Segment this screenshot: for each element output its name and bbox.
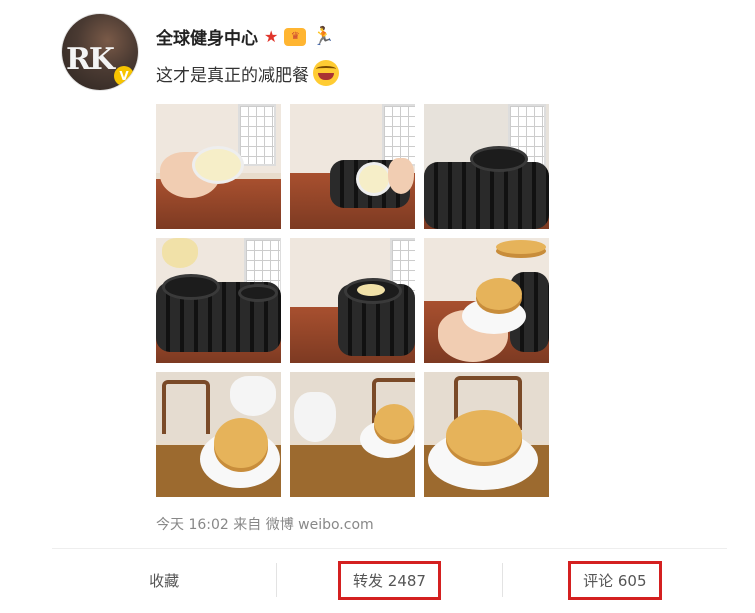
- image-thumb[interactable]: [156, 238, 281, 363]
- post-timestamp[interactable]: 今天 16:02: [156, 517, 229, 533]
- vip-badge-icon[interactable]: ♛: [284, 27, 307, 46]
- author-name[interactable]: 全球健身中心: [156, 24, 258, 49]
- favorite-label: 收藏: [149, 571, 180, 590]
- image-thumb[interactable]: [290, 372, 415, 497]
- image-thumb[interactable]: [424, 104, 549, 229]
- author-avatar[interactable]: RK V: [62, 14, 138, 90]
- image-thumb[interactable]: [290, 104, 415, 229]
- action-bar-divider: [52, 548, 727, 549]
- star-badge-icon[interactable]: ★: [264, 27, 278, 46]
- image-thumb[interactable]: [156, 104, 281, 229]
- image-thumb[interactable]: [424, 238, 549, 363]
- running-badge-icon[interactable]: 🏃: [312, 26, 334, 47]
- verified-badge-icon: V: [114, 66, 134, 86]
- favorite-button[interactable]: 收藏: [52, 570, 276, 591]
- repost-label: 转发 2487: [338, 560, 441, 600]
- post-text: 这才是真正的减肥餐: [156, 60, 339, 86]
- comment-label: 评论 605: [568, 560, 662, 600]
- avatar-monogram: RK: [66, 42, 115, 77]
- post-meta: 今天 16:02 来自 微博 weibo.com: [156, 514, 374, 534]
- image-grid: [156, 104, 549, 497]
- action-bar: 收藏 转发 2487 评论 605: [52, 550, 727, 610]
- image-thumb[interactable]: [156, 372, 281, 497]
- image-thumb[interactable]: [290, 238, 415, 363]
- repost-button[interactable]: 转发 2487: [277, 560, 501, 600]
- author-row: 全球健身中心 ★ ♛ 🏃: [156, 24, 335, 49]
- laughing-emoji-icon: [313, 60, 339, 86]
- comment-button[interactable]: 评论 605: [503, 560, 727, 600]
- post-source[interactable]: 来自 微博 weibo.com: [233, 517, 373, 533]
- post-body: 这才是真正的减肥餐: [156, 65, 309, 86]
- image-thumb[interactable]: [424, 372, 549, 497]
